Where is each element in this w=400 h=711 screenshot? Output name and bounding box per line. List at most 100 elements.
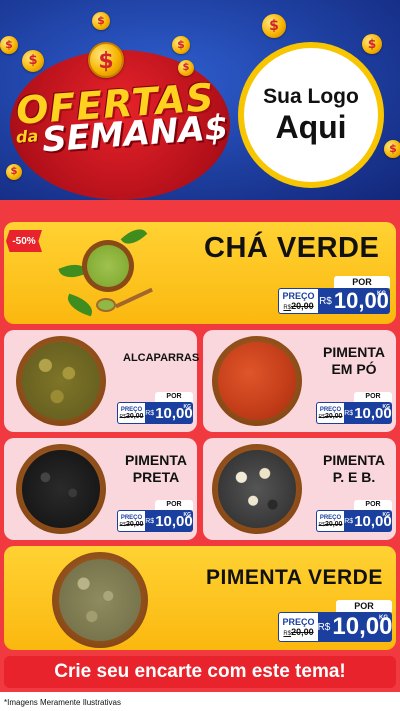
old-price: R$20,00 <box>283 301 313 311</box>
preco-label: PREÇO <box>282 291 315 301</box>
coin-icon: $ <box>92 12 110 30</box>
coin-icon: $ <box>172 36 190 54</box>
coin-icon: $ <box>178 60 194 76</box>
por-label: POR <box>155 392 193 402</box>
price-tag: POR PREÇO R$20,00 R$ 10,00 KG <box>117 500 193 532</box>
old-price-currency: R$ <box>283 631 292 637</box>
product-name-line2: PRETA <box>132 469 180 485</box>
old-price-value: 20,00 <box>324 520 343 528</box>
price-unit: KG <box>183 404 192 410</box>
product-name: PIMENTA PRETA <box>118 452 194 486</box>
price-unit: KG <box>382 404 391 410</box>
old-price-value: 20,00 <box>291 627 314 637</box>
old-price: R$20,00 <box>283 627 313 637</box>
old-price-block: PREÇO R$20,00 <box>316 402 344 424</box>
product-name-line1: PIMENTA <box>125 452 187 468</box>
por-label: POR <box>354 500 392 510</box>
logo-text-line1: Sua Logo <box>263 84 359 108</box>
price-currency: R$ <box>344 517 354 525</box>
price-tag: POR PREÇO R$20,00 R$ 10,00 KG <box>278 600 392 644</box>
product-name-line1: PIMENTA <box>323 452 385 468</box>
product-image-bowl <box>52 552 148 648</box>
por-label: POR <box>334 276 390 288</box>
old-price-block: PREÇO R$20,00 <box>117 402 145 424</box>
price-unit: KG <box>377 291 386 297</box>
price-unit: KG <box>183 512 192 518</box>
product-name: ALCAPARRAS <box>123 352 200 364</box>
logo-placeholder[interactable]: Sua Logo Aqui <box>238 42 384 188</box>
green-pepper-fill <box>58 558 142 642</box>
coin-icon: $ <box>384 140 400 158</box>
product-name: CHÁ VERDE <box>204 232 380 264</box>
price-currency: R$ <box>145 517 155 525</box>
old-price-block: PREÇO R$20,00 <box>278 288 318 314</box>
price-currency: R$ <box>344 409 354 417</box>
coin-icon: $ <box>22 50 44 72</box>
price-tag-body: PREÇO R$20,00 R$ 10,00 KG <box>117 402 193 424</box>
coin-icon: $ <box>262 14 286 38</box>
old-price-value: 20,00 <box>291 301 314 311</box>
capers-fill <box>22 342 100 420</box>
por-label: POR <box>354 392 392 402</box>
old-price-block: PREÇO R$20,00 <box>117 510 145 532</box>
por-label: POR <box>155 500 193 510</box>
green-tea-illustration <box>56 223 156 322</box>
price-tag-body: PREÇO R$20,00 R$ 10,00 KG <box>117 510 193 532</box>
old-price-block: PREÇO R$20,00 <box>278 612 318 642</box>
tea-spoon <box>96 298 116 312</box>
header-banner: $ $ $ $ $ $ $ $ $ $ OFERTAS da SEMANA$ S… <box>0 0 400 200</box>
coin-icon: $ <box>0 36 18 54</box>
coin-icon: $ <box>88 42 124 78</box>
old-price-value: 20,00 <box>125 520 144 528</box>
tea-powder <box>87 245 129 287</box>
coin-icon: $ <box>362 34 382 54</box>
product-image-bowl <box>16 444 106 534</box>
cta-banner[interactable]: Crie seu encarte com este tema! <box>4 656 396 688</box>
discount-badge: -50% <box>6 230 42 252</box>
price-tag: POR PREÇO R$20,00 R$ 10,00 KG <box>117 392 193 424</box>
title-da: da <box>15 126 39 147</box>
logo-text-line2: Aqui <box>275 108 347 145</box>
tea-bowl <box>82 240 134 292</box>
product-name: PIMENTA P. E B. <box>316 452 392 486</box>
new-price-block: R$ 10,00 KG <box>344 402 392 424</box>
product-name-line2: P. E B. <box>332 469 376 485</box>
old-price-block: PREÇO R$20,00 <box>316 510 344 532</box>
old-price: R$20,00 <box>319 521 343 528</box>
price-unit: KG <box>382 512 391 518</box>
price-currency: R$ <box>317 621 331 633</box>
paprika-fill <box>218 342 296 420</box>
new-price-block: R$ 10,00 KG <box>145 510 193 532</box>
product-name-line1: PIMENTA <box>323 344 385 360</box>
product-name-line2: EM PÓ <box>331 361 377 377</box>
price-tag-body: PREÇO R$20,00 R$ 10,00 KG <box>278 288 390 314</box>
price-tag: POR PREÇO R$20,00 R$ 10,00 KG <box>278 276 390 314</box>
price-currency: R$ <box>145 409 155 417</box>
tea-spoon-handle <box>115 287 153 309</box>
price-currency: R$ <box>319 295 332 307</box>
old-price-value: 20,00 <box>324 412 343 420</box>
black-pepper-fill <box>22 450 100 528</box>
product-name: PIMENTA EM PÓ <box>316 344 392 378</box>
old-price: R$20,00 <box>120 521 144 528</box>
old-price-currency: R$ <box>283 305 292 311</box>
product-image-bowl <box>16 336 106 426</box>
new-price-block: R$ 10,00 KG <box>318 612 392 642</box>
tea-leaf <box>64 293 96 317</box>
price-tag-body: PREÇO R$20,00 R$ 10,00 KG <box>316 402 392 424</box>
price-tag: POR PREÇO R$20,00 R$ 10,00 KG <box>316 392 392 424</box>
footer-disclaimer: *Imagens Meramente Ilustrativas <box>4 698 121 707</box>
old-price: R$20,00 <box>120 413 144 420</box>
old-price: R$20,00 <box>319 413 343 420</box>
product-image-bowl <box>212 444 302 534</box>
mixed-pepper-fill <box>218 450 296 528</box>
product-image-bowl <box>212 336 302 426</box>
preco-label: PREÇO <box>282 617 315 627</box>
price-tag-body: PREÇO R$20,00 R$ 10,00 KG <box>278 612 392 642</box>
price-unit: KG <box>379 615 388 621</box>
price-tag-body: PREÇO R$20,00 R$ 10,00 KG <box>316 510 392 532</box>
price-tag: POR PREÇO R$20,00 R$ 10,00 KG <box>316 500 392 532</box>
new-price-block: R$ 10,00 KG <box>318 288 390 314</box>
coin-icon: $ <box>6 164 22 180</box>
old-price-value: 20,00 <box>125 412 144 420</box>
